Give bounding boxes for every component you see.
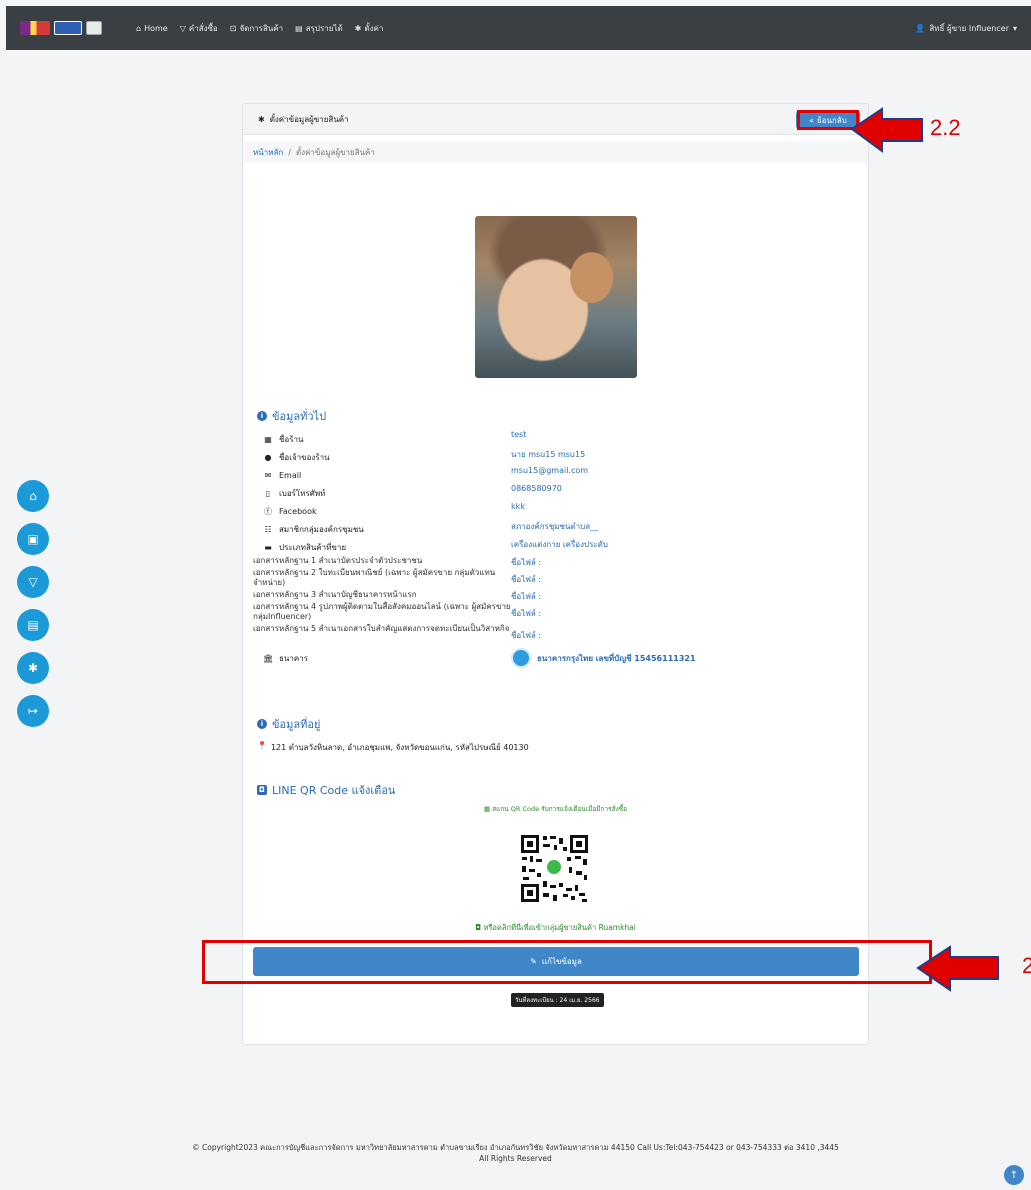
info-row-community: ☷ สมาชิกกลุ่มองค์กรชุมชน สภาองค์กรชุมชนตำ… [264,522,599,534]
brand-logos[interactable] [20,21,102,35]
gear-icon: ✱ [258,114,265,124]
line-icon: ◘ [475,923,482,932]
doc-row-1: เอกสารหลักฐาน 1 สำเนาบัตรประจำตัวประชาชน… [253,556,542,569]
info-icon: i [257,411,267,421]
doc-file-link[interactable]: ชื่อไฟล์ : [511,556,541,569]
krungthai-bank-logo [511,648,531,668]
line-icon: ◘ [257,785,267,795]
group-icon: ☷ [264,524,272,534]
seller-settings-card: ✱ ตั้งค่าข้อมูลผู้ขายสินค้า « ย้อนกลับ ห… [242,103,869,1045]
logout-icon: ↦ [27,704,39,718]
product-icon: ▬ [264,542,272,552]
registration-date-badge: วันที่ลงทะเบียน : 24 เม.ย. 2566 [511,993,604,1007]
info-row-phone: ▯ เบอร์โทรศัพท์ 0868580970 [253,484,853,502]
home-icon: ⌂ [136,23,142,33]
doc-file-link[interactable]: ชื่อไฟล์ : [511,607,541,620]
annotation-arrow-back [850,107,923,153]
sidebar-orders-button[interactable]: ▽ [17,566,49,598]
document-icon: ▤ [27,618,39,632]
breadcrumb-home-link[interactable]: หน้าหลัก [253,146,283,159]
doc-row-5: เอกสารหลักฐาน 5 สำเนาเอกสารใบสำคัญแสดงกา… [253,624,542,642]
sidebar-home-button[interactable]: ⌂ [17,480,49,512]
info-icon: i [257,719,267,729]
floating-sidebar: ⌂ ▣ ▽ ▤ ✱ ↦ [17,480,49,727]
nav-settings[interactable]: ✱ ตั้งค่า [355,22,384,35]
line-logo-icon [546,859,562,875]
partner-logo [86,21,102,35]
footer-rights: All Rights Reserved [479,1154,552,1163]
user-icon: ● [264,452,272,462]
facebook-icon: ⓕ [264,506,272,516]
filter-icon: ▽ [28,575,38,589]
document-icon: ▤ [295,23,303,33]
doc-file-link[interactable]: ชื่อไฟล์ : [511,573,541,586]
arrow-up-icon: ↑ [1009,1169,1019,1181]
sidebar-settings-button[interactable]: ✱ [17,652,49,684]
store-icon: ▦ [264,434,272,444]
doc-row-3: เอกสารหลักฐาน 3 สำเนาบัญชีธนาคารหน้าแรก … [253,590,542,603]
nav-orders[interactable]: ▽ คำสั่งซื้อ [180,22,218,35]
sidebar-products-button[interactable]: ▣ [17,523,49,555]
nav-home[interactable]: ⌂ Home [136,24,168,33]
bank-icon: 🏛 [263,653,274,663]
doc-file-link[interactable]: ชื่อไฟล์ : [511,590,541,603]
general-info-list: ▦ ชื่อร้าน test ● ชื่อเจ้าของร้าน นาย msu1… [253,430,853,670]
address-title: i ข้อมูลที่อยู่ [257,715,320,733]
doc-row-4: เอกสารหลักฐาน 4 รูปภาพผู้ติดตามในสื่อสัง… [253,602,542,621]
address-text: 📍 121 ตำบลวังหินลาด, อำเภอชุมแพ, จังหวัด… [257,741,529,752]
gear-icon: ✱ [27,661,39,675]
nav-products[interactable]: ⊡ จัดการสินค้า [230,22,283,35]
footer: © Copyright2023 คณะการบัญชีและการจัดการ … [0,1142,1031,1164]
mobile-icon: ▯ [265,488,271,498]
seller-profile-photo [475,216,637,378]
user-icon: 👤 [915,23,926,33]
line-group-link[interactable]: ◘ หรือคลิกที่นี่เพื่อเข้ากลุ่มผู้ขายสินค… [243,922,868,934]
envelope-icon: ✉ [264,470,272,480]
info-row-facebook: ⓕ Facebook kkk [264,502,525,516]
info-row-owner: ● ชื่อเจ้าของร้าน นาย msu15 msu15 [264,450,586,462]
home-icon: ⌂ [29,489,37,503]
box-icon: ▣ [27,532,39,546]
card-header: ✱ ตั้งค่าข้อมูลผู้ขายสินค้า [243,104,868,135]
qrcode-icon: ▦ [483,805,491,813]
info-row-product-type: ▬ ประเภทสินค้าที่ขาย เครื่องแต่งกาย เครื่… [264,540,608,552]
info-row-email: ✉ Email msu15@gmail.com [264,466,589,480]
line-qr-code [519,833,590,904]
gear-icon: ✱ [354,23,362,33]
caret-down-icon: ▾ [1012,23,1017,33]
sidebar-income-button[interactable]: ▤ [17,609,49,641]
faculty-logo [54,21,82,35]
info-row-bank: 🏛 ธนาคาร ธนาคารกรุงไทย เลขที่บัญชี 154561… [253,646,853,670]
doc-row-2: เอกสารหลักฐาน 2 ใบทะเบียนพาณิชย์ (เฉพาะ … [253,568,542,587]
scroll-top-button[interactable]: ↑ [1004,1165,1024,1185]
university-logo [20,21,50,35]
info-row-shop: ▦ ชื่อร้าน test [264,430,527,444]
breadcrumb: หน้าหลัก / ตั้งค่าข้อมูลผู้ขายสินค้า [243,141,868,163]
filter-icon: ▽ [179,23,186,33]
card-title: ตั้งค่าข้อมูลผู้ขายสินค้า [269,114,349,124]
annotation-label-2-2: 2.2 [930,115,961,140]
qr-scan-text: ▦ สแกน QR Code รับการแจ้งเตือนเมื่อมีการ… [483,805,628,813]
general-info-title: i ข้อมูลทั่วไป [257,407,326,425]
top-navbar: ⌂ Home ▽ คำสั่งซื้อ ⊡ จัดการสินค้า ▤ สรุปราย… [6,6,1031,50]
annotation-box-edit [202,940,932,984]
user-menu[interactable]: 👤 สิทธิ์ ผู้ขาย Influencer ▾ [915,22,1017,35]
nav-income[interactable]: ▤ สรุปรายได้ [295,22,343,35]
box-icon: ⊡ [229,23,237,33]
map-marker-icon: 📍 [257,741,267,750]
annotation-label-2: 2 [1022,953,1031,978]
doc-file-link[interactable]: ชื่อไฟล์ : [511,629,541,642]
line-qr-title: ◘ LINE QR Code แจ้งเตือน [257,781,395,799]
footer-copyright: © Copyright2023 คณะการบัญชีและการจัดการ … [192,1143,839,1152]
annotation-arrow-edit [916,945,999,992]
sidebar-logout-button[interactable]: ↦ [17,695,49,727]
breadcrumb-current: ตั้งค่าข้อมูลผู้ขายสินค้า [295,147,375,157]
